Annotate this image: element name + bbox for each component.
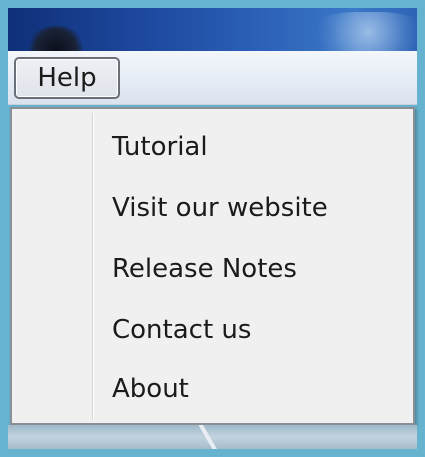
menu-item-contact-us[interactable]: Contact us	[16, 302, 411, 358]
menu-item-release-notes[interactable]: Release Notes	[16, 241, 411, 297]
desktop-background	[8, 425, 417, 449]
menu-item-label: Contact us	[112, 315, 252, 345]
menu-help[interactable]: Help	[14, 57, 120, 99]
menu-item-label: About	[112, 374, 189, 404]
title-bar-glare-decoration	[308, 12, 417, 56]
menu-item-label: Tutorial	[112, 132, 208, 162]
menu-item-tutorial[interactable]: Tutorial	[16, 119, 411, 175]
menu-item-label: Release Notes	[112, 254, 297, 284]
desktop-light-streak	[198, 425, 222, 449]
window-title-bar	[8, 8, 417, 56]
menu-help-label: Help	[37, 63, 97, 93]
menu-item-label: Visit our website	[112, 193, 328, 223]
help-dropdown-menu: Tutorial Visit our website Release Notes…	[10, 107, 415, 425]
menu-item-about[interactable]: About	[16, 361, 411, 417]
menu-bar: Help	[8, 51, 417, 105]
menu-item-visit-website[interactable]: Visit our website	[16, 180, 411, 236]
